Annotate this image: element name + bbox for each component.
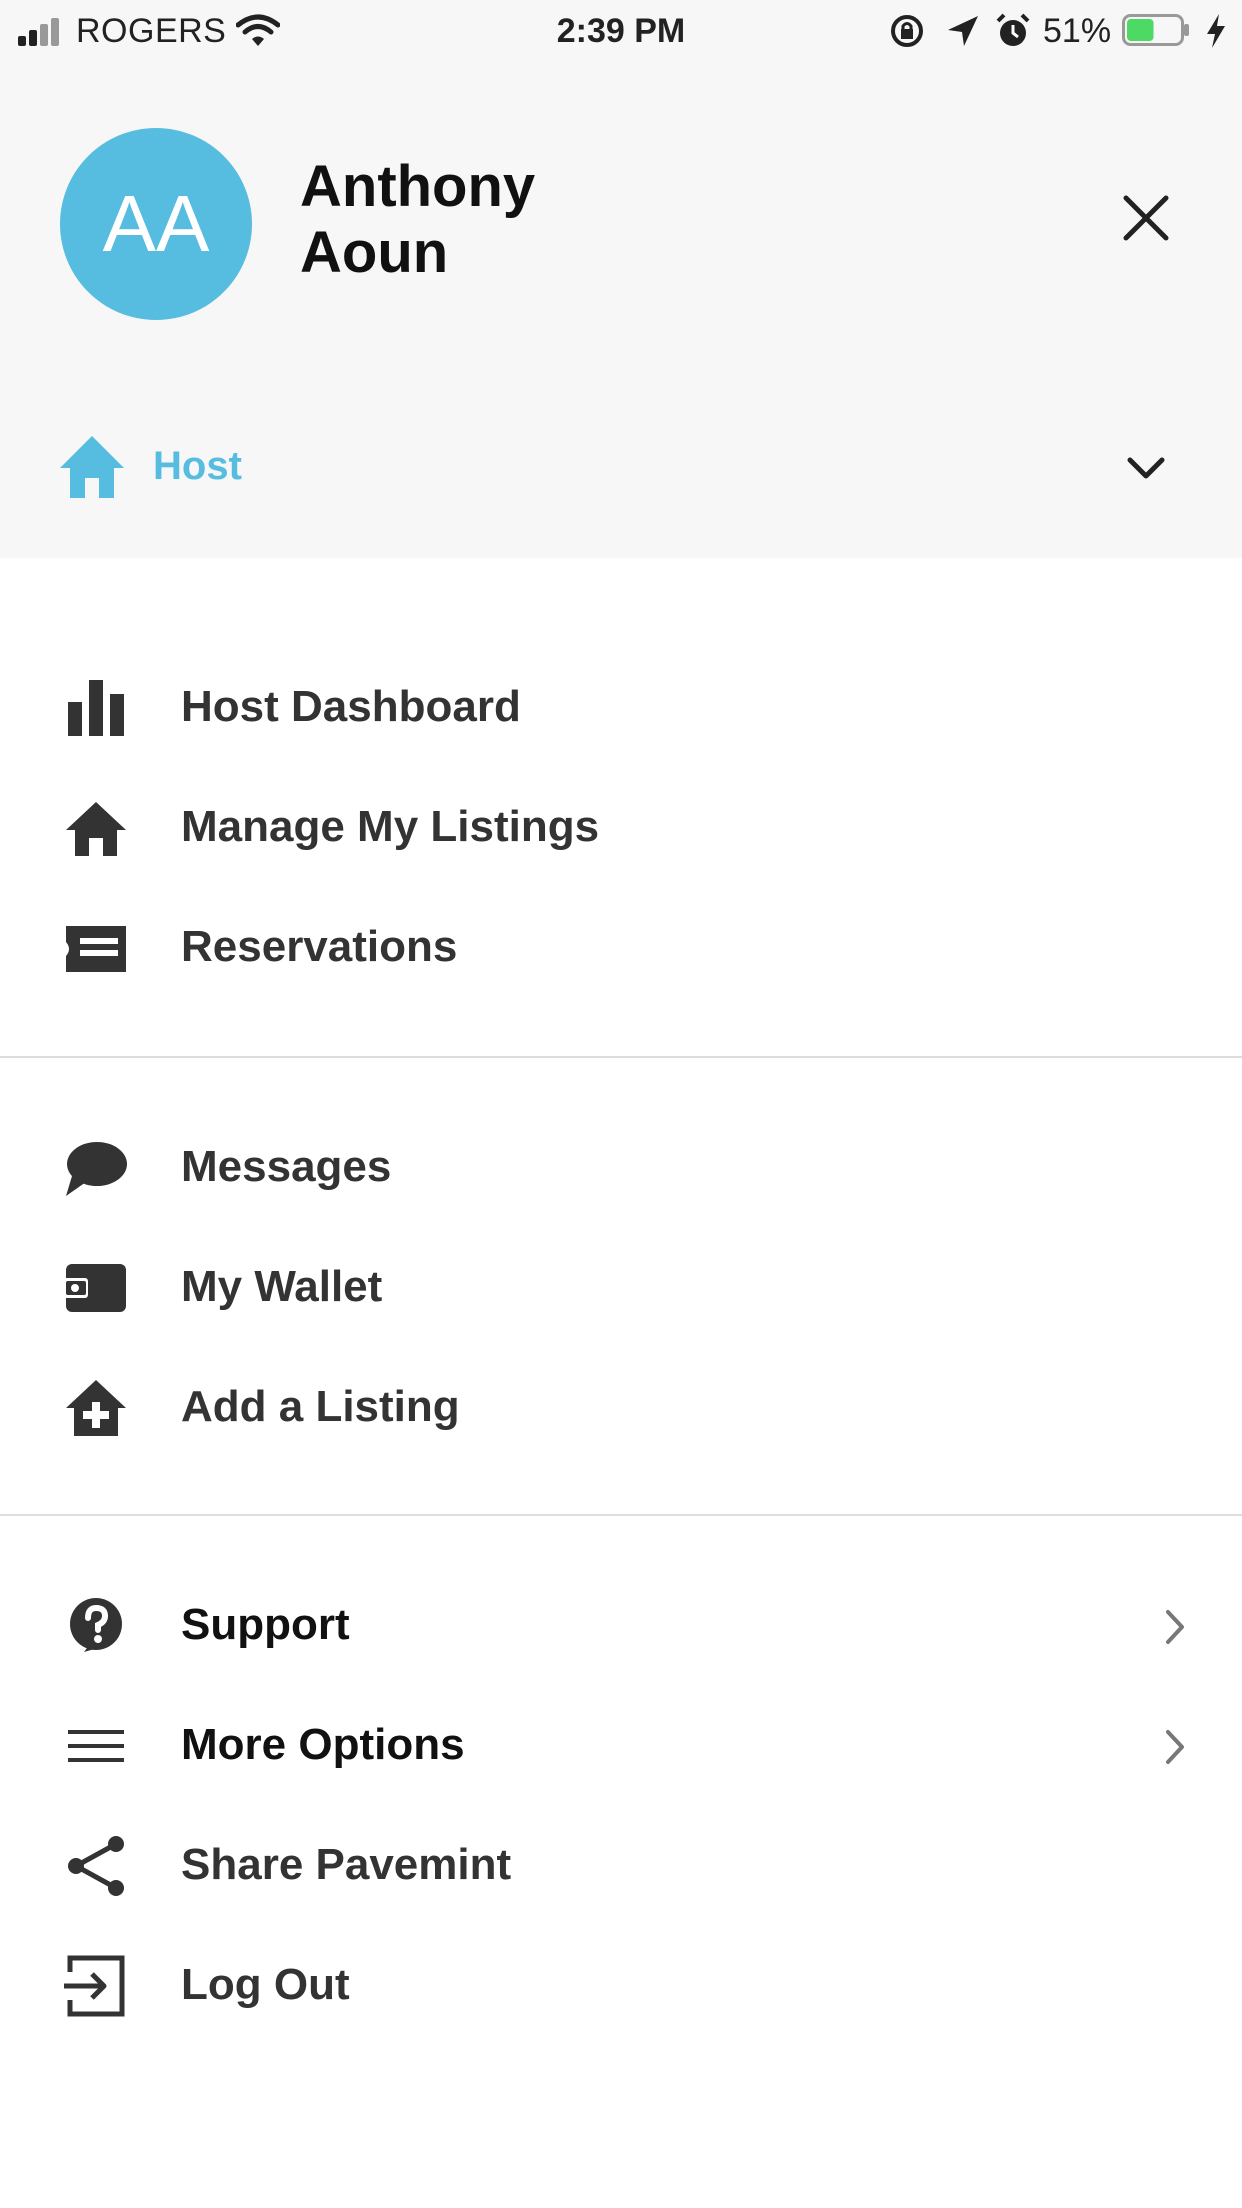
status-bar: ROGERS 2:39 PM 51% bbox=[0, 0, 1242, 62]
bar-chart-icon bbox=[68, 680, 124, 736]
battery-icon bbox=[1122, 14, 1189, 46]
menu-label: Manage My Listings bbox=[181, 802, 600, 851]
wallet-icon bbox=[62, 1264, 126, 1312]
chevron-right-icon bbox=[1166, 1610, 1184, 1644]
menu-item-host-dashboard[interactable]: Host Dashboard bbox=[0, 658, 1242, 758]
add-home-icon bbox=[66, 1380, 126, 1436]
menu-item-messages[interactable]: Messages bbox=[0, 1118, 1242, 1218]
hamburger-icon bbox=[68, 1730, 124, 1762]
alarm-icon bbox=[996, 13, 1030, 46]
chevron-right-icon bbox=[1166, 1730, 1184, 1764]
avatar-initials: AA bbox=[102, 179, 210, 268]
speech-bubble-icon bbox=[66, 1142, 127, 1196]
ticket-icon bbox=[66, 926, 126, 972]
menu-label: More Options bbox=[181, 1720, 465, 1769]
logout-icon bbox=[64, 1955, 125, 2017]
help-circle-icon bbox=[70, 1598, 122, 1652]
menu-item-support[interactable]: Support bbox=[0, 1576, 1242, 1676]
menu-item-more-options[interactable]: More Options bbox=[0, 1696, 1242, 1796]
menu-item-manage-listings[interactable]: Manage My Listings bbox=[0, 778, 1242, 878]
menu-label: Log Out bbox=[181, 1960, 350, 2009]
charging-bolt-icon bbox=[1207, 14, 1225, 48]
rotation-lock-icon bbox=[891, 15, 923, 47]
divider bbox=[0, 1056, 1242, 1058]
menu-label: Host Dashboard bbox=[181, 682, 521, 731]
role-switcher[interactable]: Host bbox=[0, 430, 1242, 512]
menu-label: Share Pavemint bbox=[181, 1840, 512, 1889]
location-arrow-icon bbox=[948, 16, 978, 46]
menu-label: Reservations bbox=[181, 922, 458, 971]
menu-item-add-listing[interactable]: Add a Listing bbox=[0, 1358, 1242, 1458]
chevron-down-icon[interactable] bbox=[1124, 448, 1168, 488]
divider bbox=[0, 1514, 1242, 1516]
home-icon bbox=[66, 802, 126, 856]
share-icon bbox=[68, 1836, 124, 1896]
battery-percent: 51% bbox=[1043, 12, 1112, 50]
menu-item-share[interactable]: Share Pavemint bbox=[0, 1816, 1242, 1916]
avatar[interactable]: AA bbox=[60, 128, 252, 320]
user-first-name: Anthony bbox=[300, 154, 536, 219]
user-name: Anthony Aoun bbox=[300, 154, 800, 286]
user-last-name: Aoun bbox=[300, 220, 449, 285]
role-label: Host bbox=[153, 444, 242, 488]
menu-item-wallet[interactable]: My Wallet bbox=[0, 1238, 1242, 1338]
menu-item-logout[interactable]: Log Out bbox=[0, 1936, 1242, 2036]
menu-item-reservations[interactable]: Reservations bbox=[0, 898, 1242, 998]
menu-label: Add a Listing bbox=[181, 1382, 460, 1431]
home-icon bbox=[60, 436, 124, 498]
close-icon[interactable] bbox=[1116, 188, 1176, 248]
menu-label: Messages bbox=[181, 1142, 392, 1191]
menu-label: My Wallet bbox=[181, 1262, 383, 1311]
menu-label: Support bbox=[181, 1600, 350, 1649]
